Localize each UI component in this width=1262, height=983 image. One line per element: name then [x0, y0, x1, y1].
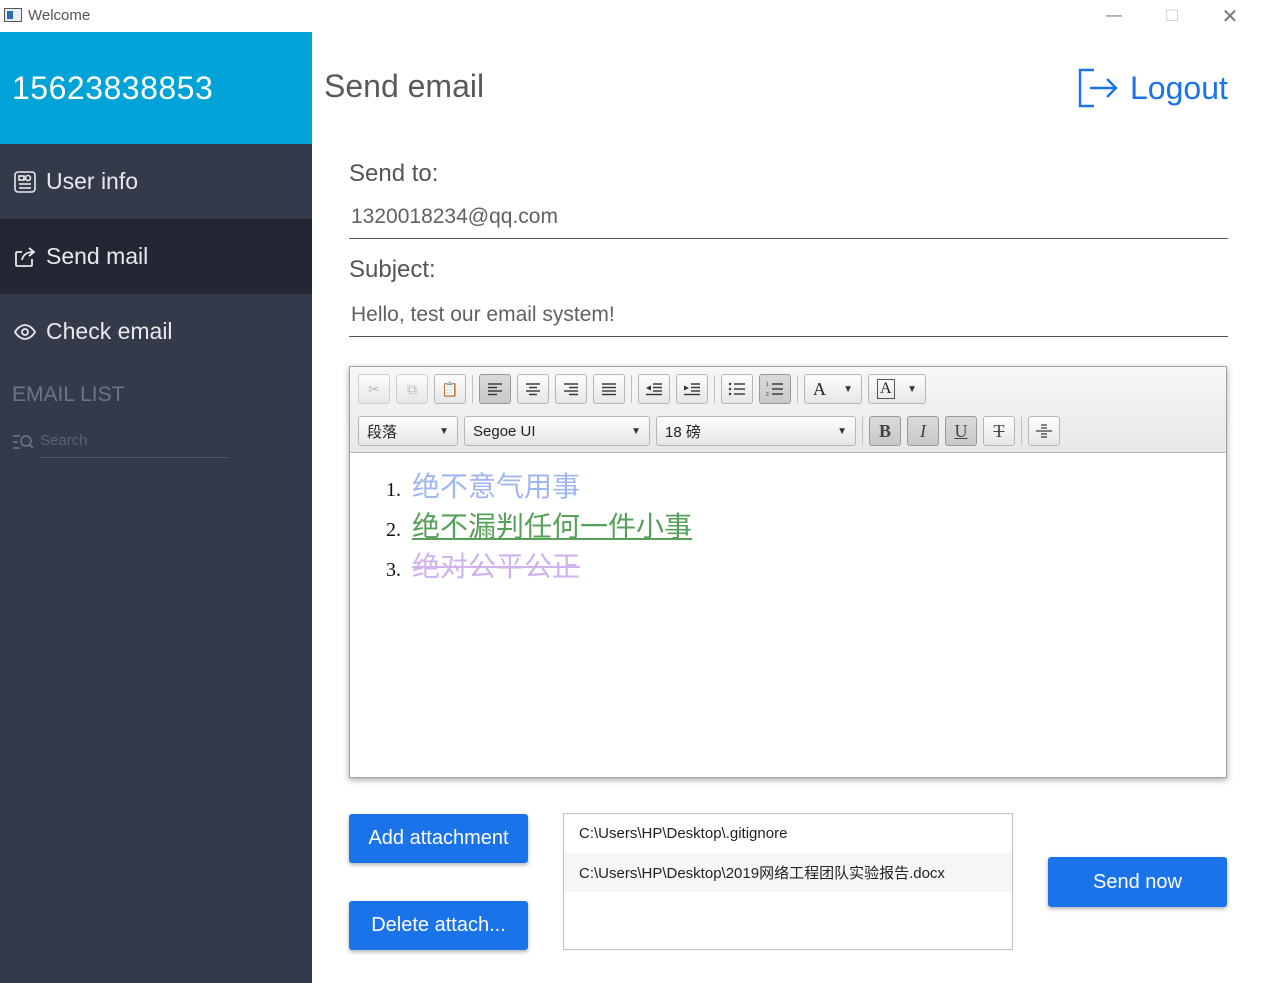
paragraph-style-select[interactable]: 段落 ▼	[358, 416, 458, 446]
sidebar-item-user-info[interactable]: User info	[0, 144, 312, 219]
chevron-down-icon: ▼	[837, 425, 847, 437]
align-right-icon[interactable]	[555, 374, 587, 404]
svg-text:2: 2	[766, 392, 769, 397]
align-justify-icon[interactable]	[593, 374, 625, 404]
underline-icon[interactable]: U	[945, 416, 977, 446]
list-item[interactable]: C:\Users\HP\Desktop\2019网络工程团队实验报告.docx	[564, 853, 1012, 892]
list-item: 3. 绝对公平公正	[386, 545, 1226, 585]
page-title: Send email	[324, 68, 485, 104]
logout-label: Logout	[1130, 69, 1228, 106]
chevron-down-icon: ▼	[843, 383, 853, 395]
send-to-label: Send to:	[349, 160, 439, 187]
cut-icon[interactable]: ✂	[358, 374, 390, 404]
toolbar-divider	[631, 375, 632, 403]
share-icon	[12, 244, 38, 270]
subject-input[interactable]: Hello, test our email system!	[349, 297, 1228, 337]
paste-icon[interactable]: 📋	[434, 374, 466, 404]
horizontal-rule-icon[interactable]	[1028, 416, 1060, 446]
logout-button[interactable]: Logout	[1076, 66, 1228, 110]
list-item-text: 绝不意气用事	[412, 470, 581, 503]
send-to-input[interactable]: 1320018234@qq.com	[349, 199, 1228, 239]
toolbar-divider	[862, 417, 863, 445]
copy-icon[interactable]: ⧉	[396, 374, 428, 404]
outdent-icon[interactable]	[638, 374, 670, 404]
bold-icon[interactable]: B	[869, 416, 901, 446]
minimize-button[interactable]: —	[1085, 0, 1143, 32]
logout-icon	[1076, 66, 1120, 110]
list-number: 1.	[386, 479, 401, 501]
strikethrough-icon[interactable]: T	[983, 416, 1015, 446]
close-button[interactable]: ✕	[1201, 0, 1259, 32]
editor-toolbar: ✂ ⧉ 📋 1 2 A ▼ A ▼ 段落 ▼ Segoe UI ▼ 18 磅 ▼…	[350, 367, 1226, 453]
chevron-down-icon: ▼	[631, 425, 641, 437]
sidebar-item-label: Send mail	[46, 243, 149, 269]
maximize-button[interactable]: ☐	[1143, 0, 1201, 32]
search-list-icon	[12, 431, 34, 453]
email-search[interactable]: Search	[12, 426, 228, 458]
sidebar-item-check-email[interactable]: Check email	[0, 294, 312, 369]
sidebar-item-send-mail[interactable]: Send mail	[0, 219, 312, 294]
eye-icon	[12, 319, 38, 345]
paragraph-style-value: 段落	[367, 423, 398, 441]
toolbar-divider	[797, 375, 798, 403]
chevron-down-icon: ▼	[907, 383, 917, 395]
font-size-value: 18 磅	[665, 423, 701, 441]
account-number: 15623838853	[0, 32, 312, 144]
text-color-dropdown[interactable]: A ▼	[804, 374, 862, 404]
toolbar-divider	[472, 375, 473, 403]
attachment-list[interactable]: C:\Users\HP\Desktop\.gitignore C:\Users\…	[563, 813, 1013, 950]
title-bar: Welcome — ☐ ✕	[0, 0, 1262, 32]
svg-text:1: 1	[766, 382, 769, 388]
background-color-dropdown[interactable]: A ▼	[868, 374, 926, 404]
list-item: 1. 绝不意气用事	[386, 465, 1226, 505]
align-left-icon[interactable]	[479, 374, 511, 404]
list-number: 2.	[386, 519, 401, 541]
list-item[interactable]: C:\Users\HP\Desktop\.gitignore	[564, 814, 1012, 853]
email-search-input[interactable]: Search	[40, 426, 228, 458]
subject-label: Subject:	[349, 256, 436, 283]
list-item-text: 绝对公平公正	[412, 550, 581, 583]
align-center-icon[interactable]	[517, 374, 549, 404]
text-color-icon: A	[813, 378, 826, 399]
sidebar-item-label: User info	[46, 168, 139, 194]
toolbar-divider	[1021, 417, 1022, 445]
list-item: 2. 绝不漏判任何一件小事	[386, 505, 1226, 545]
sidebar: 15623838853 User info Send mail Check em…	[0, 32, 312, 983]
editor-content[interactable]: 1. 绝不意气用事 2. 绝不漏判任何一件小事 3. 绝对公平公正	[350, 453, 1226, 585]
chevron-down-icon: ▼	[439, 425, 449, 437]
list-item-text: 绝不漏判任何一件小事	[412, 510, 693, 543]
bullet-list-icon[interactable]	[721, 374, 753, 404]
add-attachment-button[interactable]: Add attachment	[349, 814, 528, 863]
background-color-icon: A	[877, 379, 895, 399]
font-size-select[interactable]: 18 磅 ▼	[656, 416, 856, 446]
app-icon	[4, 8, 22, 22]
send-now-button[interactable]: Send now	[1048, 857, 1227, 907]
delete-attachment-button[interactable]: Delete attach...	[349, 901, 528, 950]
italic-icon[interactable]: I	[907, 416, 939, 446]
email-list-header: EMAIL LIST	[12, 383, 125, 406]
id-card-icon	[12, 169, 38, 195]
sidebar-item-label: Check email	[46, 318, 173, 344]
window-title: Welcome	[28, 7, 91, 24]
font-family-value: Segoe UI	[473, 422, 536, 440]
font-family-select[interactable]: Segoe UI ▼	[464, 416, 650, 446]
list-number: 3.	[386, 559, 401, 581]
html-editor: ✂ ⧉ 📋 1 2 A ▼ A ▼ 段落 ▼ Segoe UI ▼ 18 磅 ▼…	[349, 366, 1227, 778]
indent-icon[interactable]	[676, 374, 708, 404]
toolbar-divider	[714, 375, 715, 403]
numbered-list-icon[interactable]: 12	[759, 374, 791, 404]
